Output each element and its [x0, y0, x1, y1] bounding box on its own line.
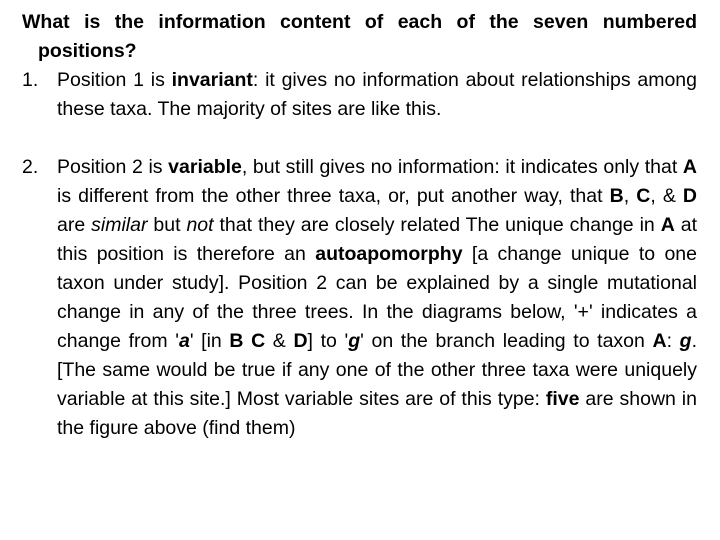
- list-item-text: Position 1 is invariant: it gives no inf…: [57, 69, 697, 120]
- slide-content-area: What is the information content of each …: [0, 0, 720, 540]
- list-item-marker: 2.: [22, 156, 39, 178]
- list-item: 2. Position 2 is variable, but still giv…: [22, 153, 697, 443]
- list-item-marker: 1.: [22, 69, 39, 91]
- list-item-text: Position 2 is variable, but still gives …: [57, 156, 698, 439]
- slide-heading: What is the information content of each …: [22, 11, 697, 62]
- list-item: 1. Position 1 is invariant: it gives no …: [22, 66, 697, 124]
- numbered-list: 1. Position 1 is invariant: it gives no …: [22, 66, 697, 443]
